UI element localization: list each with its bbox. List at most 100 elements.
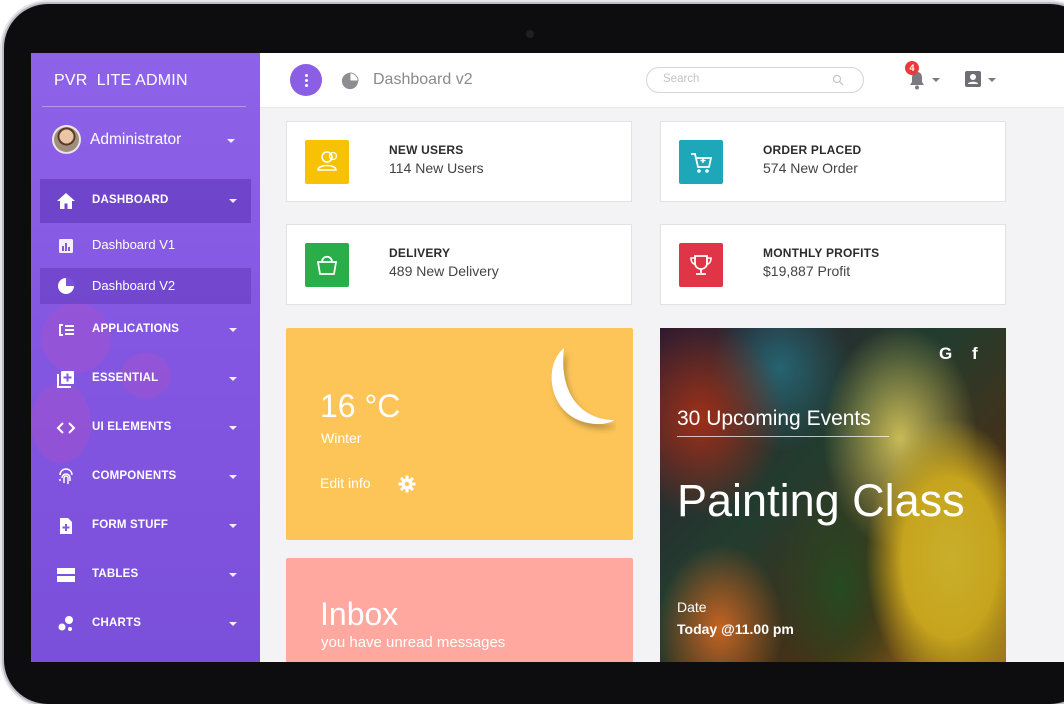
search-box[interactable] bbox=[646, 67, 864, 93]
chevron-down-icon bbox=[229, 377, 237, 381]
stat-card-new-users: NEW USERS 114 New Users bbox=[286, 121, 632, 202]
pie-chart-icon bbox=[341, 72, 359, 90]
sidebar-item-charts[interactable]: CHARTS bbox=[40, 602, 251, 646]
sidebar-item-label: Dashboard V1 bbox=[92, 237, 176, 252]
sidebar-item-essential[interactable]: ESSENTIAL bbox=[40, 357, 251, 401]
sidebar-item-dashboard-v2[interactable]: Dashboard V2 bbox=[40, 268, 251, 304]
sidebar-item-label: COMPONENTS bbox=[92, 470, 177, 482]
notification-badge: 4 bbox=[905, 61, 919, 75]
event-date-label: Date bbox=[677, 599, 707, 615]
event-card: G f 30 Upcoming Events Painting Class Da… bbox=[660, 328, 1006, 662]
temperature: 16 °C bbox=[320, 388, 401, 424]
table-icon bbox=[57, 568, 75, 582]
chevron-down-icon bbox=[988, 78, 996, 82]
google-icon[interactable]: G bbox=[939, 344, 952, 364]
weather-card: 16 °C Winter Edit info bbox=[286, 328, 633, 540]
stat-value: 114 New Users bbox=[389, 160, 484, 176]
sidebar-item-label: FORM STUFF bbox=[92, 519, 169, 531]
user-profile-toggle[interactable]: Administrator bbox=[52, 125, 247, 155]
add-box-icon bbox=[57, 371, 74, 388]
stat-icon-box bbox=[305, 140, 349, 184]
gear-icon[interactable] bbox=[398, 475, 416, 493]
facebook-icon[interactable]: f bbox=[972, 344, 978, 364]
fingerprint-icon bbox=[59, 468, 73, 484]
stat-title: MONTHLY PROFITS bbox=[763, 246, 880, 260]
inbox-card[interactable]: Inbox you have unread messages bbox=[286, 558, 633, 662]
trophy-icon bbox=[690, 255, 712, 275]
stat-card-order-placed: ORDER PLACED 574 New Order bbox=[660, 121, 1006, 202]
dashboard-screen: PVR LITE ADMIN Administrator DASHBOARD D… bbox=[31, 53, 1064, 662]
sidebar-item-label: Dashboard V2 bbox=[92, 278, 176, 293]
bubble-chart-icon bbox=[58, 616, 73, 631]
stat-title: DELIVERY bbox=[389, 246, 451, 260]
sidebar-item-dashboard-v1[interactable]: Dashboard V1 bbox=[40, 224, 251, 266]
user-menu-button[interactable] bbox=[964, 70, 1000, 90]
chevron-down-icon bbox=[229, 328, 237, 332]
sidebar-item-components[interactable]: COMPONENTS bbox=[40, 455, 251, 499]
stat-value: $19,887 Profit bbox=[763, 263, 851, 279]
sidebar-item-form-stuff[interactable]: FORM STUFF bbox=[40, 504, 251, 548]
edit-info-link[interactable]: Edit info bbox=[320, 475, 371, 491]
pie-chart-icon bbox=[58, 277, 75, 294]
chevron-down-icon bbox=[229, 622, 237, 626]
dot bbox=[305, 79, 308, 82]
stat-icon-box bbox=[679, 140, 723, 184]
home-icon bbox=[57, 193, 75, 209]
sidebar-item-applications[interactable]: APPLICATIONS bbox=[40, 308, 251, 352]
chevron-down-icon bbox=[229, 573, 237, 577]
chevron-down-icon bbox=[229, 475, 237, 479]
avatar bbox=[52, 125, 81, 154]
event-title: Painting Class bbox=[677, 475, 965, 526]
chevron-down-icon bbox=[229, 426, 237, 430]
moon-icon bbox=[551, 348, 614, 425]
sidebar-item-label: DASHBOARD bbox=[92, 194, 169, 206]
sidebar-divider bbox=[42, 106, 246, 107]
camera-icon bbox=[526, 30, 534, 38]
brand-title: PVR LITE ADMIN bbox=[54, 72, 188, 89]
sidebar-item-tables[interactable]: TABLES bbox=[40, 553, 251, 597]
inbox-subtitle: you have unread messages bbox=[321, 634, 506, 651]
divider bbox=[677, 436, 889, 437]
document-add-icon bbox=[60, 518, 72, 534]
chevron-down-icon bbox=[229, 199, 237, 203]
stat-card-delivery: DELIVERY 489 New Delivery bbox=[286, 224, 632, 305]
inbox-title: Inbox bbox=[320, 596, 399, 632]
user-name: Administrator bbox=[90, 131, 182, 148]
chevron-down-icon bbox=[229, 524, 237, 528]
season-label: Winter bbox=[321, 430, 362, 446]
event-date: Today @11.00 pm bbox=[677, 621, 794, 637]
stat-value: 574 New Order bbox=[763, 160, 858, 176]
top-bar: Dashboard v2 4 bbox=[260, 53, 1064, 108]
sidebar-item-dashboard[interactable]: DASHBOARD bbox=[40, 179, 251, 223]
cart-icon bbox=[691, 153, 713, 173]
users-icon bbox=[317, 151, 338, 171]
account-box-icon bbox=[965, 71, 981, 87]
sidebar-item-label: ESSENTIAL bbox=[92, 372, 159, 384]
bag-icon bbox=[316, 255, 338, 275]
stat-title: NEW USERS bbox=[389, 143, 464, 157]
dot bbox=[305, 74, 308, 77]
sidebar-item-label: APPLICATIONS bbox=[92, 323, 180, 335]
upcoming-events: 30 Upcoming Events bbox=[677, 407, 871, 430]
chevron-down-icon bbox=[227, 139, 235, 143]
sidebar-item-label: TABLES bbox=[92, 568, 139, 580]
search-icon[interactable] bbox=[832, 74, 844, 86]
sidebar: PVR LITE ADMIN Administrator DASHBOARD D… bbox=[31, 53, 260, 662]
laptop-device: PVR LITE ADMIN Administrator DASHBOARD D… bbox=[0, 0, 1064, 704]
dot bbox=[305, 84, 308, 87]
code-icon bbox=[56, 422, 76, 434]
stat-icon-box bbox=[305, 243, 349, 287]
menu-toggle-button[interactable] bbox=[290, 64, 322, 96]
sidebar-item-ui-elements[interactable]: UI ELEMENTS bbox=[40, 406, 251, 450]
list-icon bbox=[59, 324, 74, 336]
page-title: Dashboard v2 bbox=[373, 71, 473, 88]
chevron-down-icon[interactable] bbox=[932, 78, 940, 82]
stat-title: ORDER PLACED bbox=[763, 143, 862, 157]
sidebar-item-label: UI ELEMENTS bbox=[92, 421, 172, 433]
stat-icon-box bbox=[679, 243, 723, 287]
stat-value: 489 New Delivery bbox=[389, 263, 499, 279]
search-input[interactable] bbox=[661, 72, 825, 86]
bar-chart-icon bbox=[59, 239, 73, 253]
stat-card-monthly-profits: MONTHLY PROFITS $19,887 Profit bbox=[660, 224, 1006, 305]
sidebar-item-label: CHARTS bbox=[92, 617, 142, 629]
